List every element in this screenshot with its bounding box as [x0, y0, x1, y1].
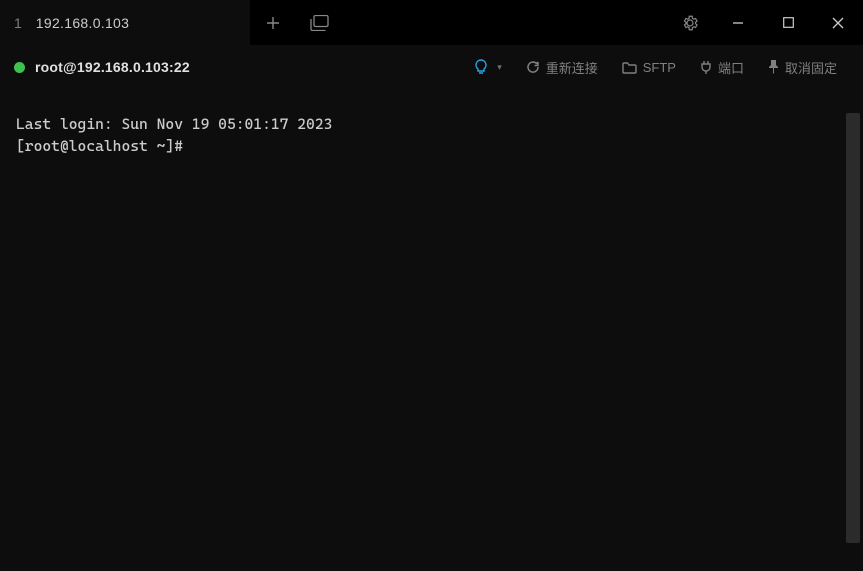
chevron-down-icon: ▾: [497, 62, 502, 73]
plug-icon: [700, 60, 712, 74]
new-tab-button[interactable]: [250, 0, 296, 45]
titlebar-right: [250, 0, 863, 45]
pin-icon: [768, 60, 779, 74]
minimize-button[interactable]: [713, 0, 763, 45]
terminal-cursor: [185, 136, 194, 153]
close-icon: [832, 17, 844, 29]
reconnect-label: 重新连接: [546, 58, 598, 77]
plus-icon: [266, 16, 280, 30]
port-button[interactable]: 端口: [688, 58, 756, 77]
session-title: root@192.168.0.103:22: [35, 59, 190, 75]
scrollbar[interactable]: [846, 113, 860, 543]
settings-button[interactable]: [667, 0, 713, 45]
maximize-button[interactable]: [763, 0, 813, 45]
titlebar: 1 192.168.0.103: [0, 0, 863, 45]
reconnect-button[interactable]: 重新连接: [514, 58, 610, 77]
hints-button[interactable]: ▾: [462, 59, 514, 75]
active-tab[interactable]: 1 192.168.0.103: [0, 0, 250, 45]
sftp-button[interactable]: SFTP: [610, 60, 688, 75]
close-button[interactable]: [813, 0, 863, 45]
session-toolbar: root@192.168.0.103:22 ▾ 重新连接 SFTP 端口 取消固…: [0, 45, 863, 89]
panes-icon: [309, 15, 329, 31]
window-controls: [713, 0, 863, 45]
gear-icon: [681, 14, 699, 32]
unpin-label: 取消固定: [785, 58, 837, 77]
terminal-line: Last login: Sun Nov 19 05:01:17 2023: [16, 115, 332, 133]
tab-index: 1: [14, 15, 22, 31]
minimize-icon: [732, 17, 744, 29]
unpin-button[interactable]: 取消固定: [756, 58, 849, 77]
port-label: 端口: [718, 58, 744, 77]
status-dot-connected: [14, 62, 25, 73]
folder-icon: [622, 61, 637, 74]
tab-title: 192.168.0.103: [36, 15, 129, 31]
terminal-content: Last login: Sun Nov 19 05:01:17 2023 [ro…: [0, 89, 863, 161]
sftp-label: SFTP: [643, 60, 676, 75]
refresh-icon: [526, 60, 540, 74]
maximize-icon: [783, 17, 794, 28]
terminal-prompt: [root@localhost ~]#: [16, 137, 183, 155]
terminal-area[interactable]: Last login: Sun Nov 19 05:01:17 2023 [ro…: [0, 89, 863, 571]
panes-button[interactable]: [296, 0, 342, 45]
bulb-icon: [474, 59, 488, 75]
